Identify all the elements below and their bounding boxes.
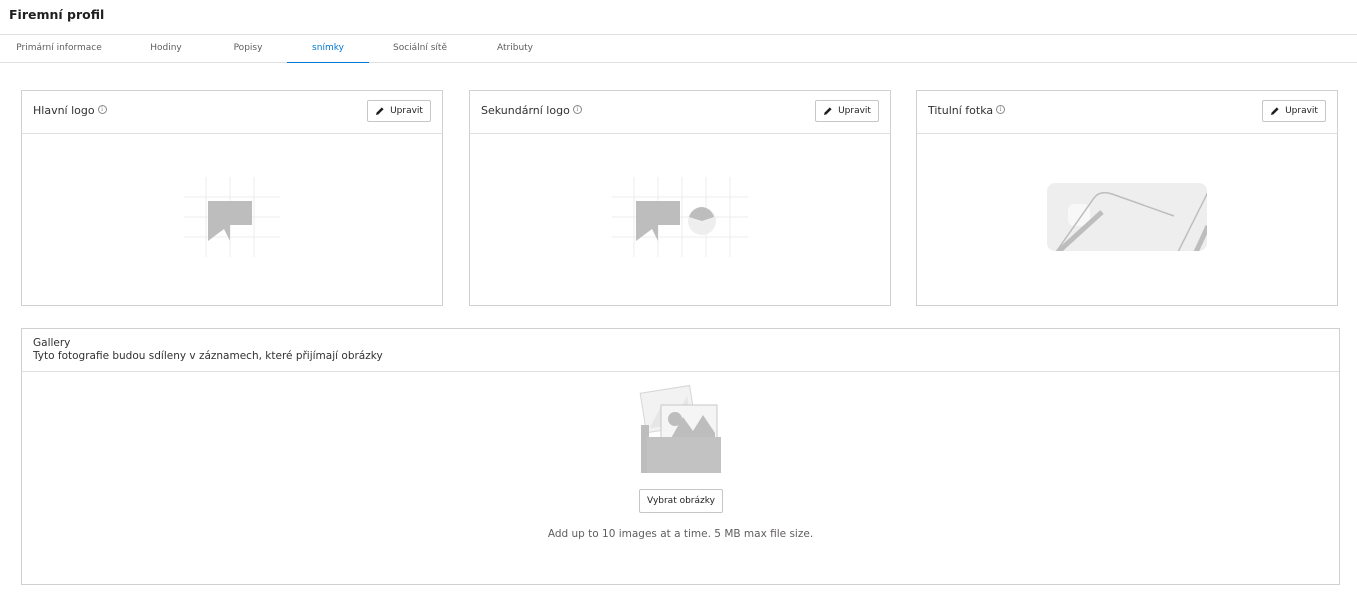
gallery-title: Gallery <box>33 337 71 349</box>
secondary-logo-card: Sekundární logo i Upravit <box>469 90 891 306</box>
card-header: Sekundární logo i Upravit <box>470 91 890 134</box>
tab-bar: Primární informace Hodiny Popisy snímky … <box>0 34 1357 63</box>
card-title: Hlavní logo i <box>33 104 107 117</box>
info-icon[interactable]: i <box>572 105 582 114</box>
edit-label: Upravit <box>838 106 871 116</box>
logo-placeholder-icon <box>184 177 280 257</box>
info-icon[interactable]: i <box>97 105 107 114</box>
tab-primary-info[interactable]: Primární informace <box>12 35 106 62</box>
edit-label: Upravit <box>1285 106 1318 116</box>
tab-attributes[interactable]: Atributy <box>488 35 542 62</box>
gallery-section: Gallery Tyto fotografie budou sdíleny v … <box>21 328 1340 585</box>
edit-cover-photo-button[interactable]: Upravit <box>1262 100 1326 122</box>
secondary-logo-placeholder-icon <box>612 177 748 257</box>
card-title-text: Titulní fotka <box>928 104 994 117</box>
tab-social[interactable]: Sociální sítě <box>386 35 454 62</box>
gallery-subtitle: Tyto fotografie budou sdíleny v záznamec… <box>33 350 383 362</box>
pencil-icon <box>376 107 384 115</box>
info-icon[interactable]: i <box>996 105 1006 114</box>
card-header: Titulní fotka i Upravit <box>917 91 1337 134</box>
page-title: Firemní profil <box>9 7 105 22</box>
select-images-button[interactable]: Vybrat obrázky <box>639 489 723 513</box>
cover-photo-placeholder-icon <box>1047 183 1207 251</box>
card-title-text: Sekundární logo <box>481 104 570 117</box>
tab-hours[interactable]: Hodiny <box>138 35 194 62</box>
pencil-icon <box>824 107 832 115</box>
card-title: Sekundární logo i <box>481 104 582 117</box>
card-title-text: Hlavní logo <box>33 104 95 117</box>
card-header: Hlavní logo i Upravit <box>22 91 442 134</box>
upload-hint: Add up to 10 images at a time. 5 MB max … <box>547 528 814 540</box>
image-folder-icon <box>639 384 721 473</box>
card-title: Titulní fotka i <box>928 104 1006 117</box>
gallery-header: Gallery Tyto fotografie budou sdíleny v … <box>22 329 1339 372</box>
main-logo-card: Hlavní logo i Upravit <box>21 90 443 306</box>
cover-photo-card: Titulní fotka i Upravit <box>916 90 1338 306</box>
pencil-icon <box>1271 107 1279 115</box>
tab-descriptions[interactable]: Popisy <box>220 35 276 62</box>
company-profile-page: Firemní profil Primární informace Hodiny… <box>0 0 1357 598</box>
tab-images[interactable]: snímky <box>287 35 369 63</box>
edit-main-logo-button[interactable]: Upravit <box>367 100 431 122</box>
edit-secondary-logo-button[interactable]: Upravit <box>815 100 879 122</box>
edit-label: Upravit <box>390 106 423 116</box>
